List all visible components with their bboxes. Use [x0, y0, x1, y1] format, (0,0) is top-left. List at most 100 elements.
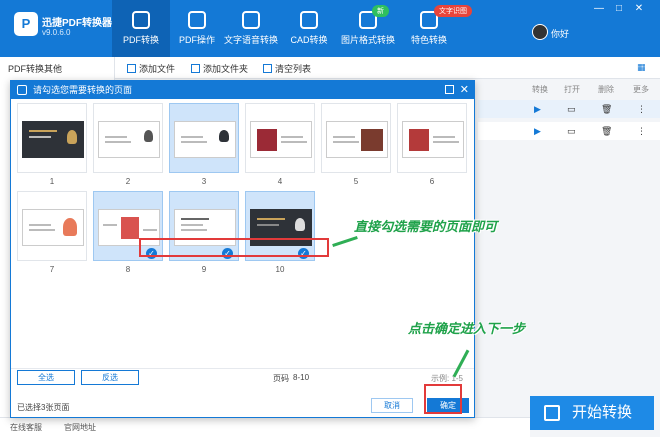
invert-selection-button[interactable]: 反选: [81, 370, 139, 385]
add-folder-icon: [191, 64, 200, 73]
online-service-link[interactable]: 在线客服: [10, 422, 42, 433]
nav-label: CAD转换: [290, 35, 328, 45]
header-delete: 删除: [598, 85, 614, 94]
trash-icon[interactable]: 🗑: [601, 126, 612, 137]
page-number: 1: [49, 177, 55, 186]
select-all-button[interactable]: 全选: [17, 370, 75, 385]
file-row[interactable]: ▶ ▭ 🗑 ⋮: [478, 122, 660, 140]
website-link[interactable]: 官网地址: [64, 422, 96, 433]
page-thumb-5[interactable]: [321, 103, 391, 173]
header-convert: 转换: [532, 85, 548, 94]
page-number: 7: [49, 265, 55, 274]
page-thumb-7[interactable]: [17, 191, 87, 261]
maximize-icon[interactable]: □: [612, 3, 626, 14]
nav-label: PDF转换: [122, 35, 159, 45]
divider: [11, 368, 474, 369]
nav-label: 文字语音转换: [223, 35, 278, 45]
start-icon: [544, 405, 560, 421]
new-badge: 新: [372, 5, 389, 17]
page-thumb-6[interactable]: [397, 103, 467, 173]
slide-preview: [402, 121, 464, 158]
pdf-ops-icon: [188, 11, 206, 29]
slide-preview: [326, 121, 388, 158]
avatar[interactable]: [532, 24, 548, 40]
slide-preview: [22, 209, 84, 246]
top-bar: P 迅捷PDF转换器 v9.0.6.0 PDF转换 PDF操作 文字语音转换 C…: [0, 0, 660, 57]
cancel-button[interactable]: 取消: [371, 398, 413, 413]
page-number: 4: [277, 177, 283, 186]
app-logo: P: [14, 12, 38, 36]
slide-preview: [98, 121, 160, 158]
cad-icon: [300, 11, 318, 29]
selection-highlight-box: [139, 238, 329, 257]
add-file-icon: [127, 64, 136, 73]
maximize-icon[interactable]: [445, 85, 454, 94]
nav-label: PDF操作: [178, 35, 215, 45]
start-convert-label: 开始转换: [572, 404, 633, 421]
clear-list-label: 清空列表: [275, 64, 312, 74]
folder-icon[interactable]: ▭: [567, 126, 576, 137]
folder-icon[interactable]: ▭: [567, 104, 576, 115]
confirm-highlight-box: [424, 384, 462, 414]
page-number: 3: [201, 177, 207, 186]
page-number: 8: [125, 265, 131, 274]
selected-count: 已选择3张页面: [17, 403, 70, 412]
page-range-example: 示例: 1-5: [431, 374, 464, 383]
add-file-label: 添加文件: [139, 64, 176, 74]
nav-pdf-ops[interactable]: PDF操作: [168, 0, 226, 57]
file-row[interactable]: ▶ ▭ 🗑 ⋮: [478, 100, 660, 118]
nav-cad[interactable]: CAD转换: [280, 0, 338, 57]
annotation-click-confirm: 点击确定进入下一步: [408, 321, 526, 336]
more-icon[interactable]: ⋮: [637, 104, 646, 115]
slide-preview: [22, 121, 84, 158]
tts-badge: 文字识图: [434, 5, 472, 17]
sidebar-title[interactable]: PDF转换其他: [8, 62, 62, 75]
nav-label: 特色转换: [410, 35, 447, 45]
play-icon[interactable]: ▶: [534, 104, 541, 115]
annotation-select-pages: 直接勾选需要的页面即可: [354, 219, 498, 234]
status-bar: 在线客服 官网地址: [0, 417, 530, 437]
slide-preview: [174, 121, 236, 158]
slide-preview: [250, 121, 312, 158]
clear-list-button[interactable]: 清空列表: [263, 62, 311, 75]
nav-voice[interactable]: 文字语音转换: [220, 0, 282, 57]
minimize-icon[interactable]: —: [592, 3, 606, 14]
page-thumb-4[interactable]: [245, 103, 315, 173]
page-number: 2: [125, 177, 131, 186]
add-file-button[interactable]: 添加文件: [127, 62, 175, 75]
page-thumb-1[interactable]: [17, 103, 87, 173]
page-number: 10: [275, 265, 285, 274]
more-icon[interactable]: ⋮: [637, 126, 646, 137]
app-version: v9.0.6.0: [42, 28, 71, 37]
convert-icon: [132, 11, 150, 29]
start-convert-button[interactable]: 开始转换: [530, 396, 654, 430]
nav-image-convert[interactable]: 图片格式转换: [336, 0, 400, 57]
app-name: 迅捷PDF转换器: [42, 18, 112, 29]
user-name[interactable]: 你好: [551, 27, 569, 40]
clear-list-icon: [263, 64, 272, 73]
page-number: 6: [429, 177, 435, 186]
header-open: 打开: [564, 85, 580, 94]
dialog-icon: [17, 85, 27, 95]
trash-icon[interactable]: 🗑: [601, 104, 612, 115]
nav-pdf-convert[interactable]: PDF转换: [112, 0, 170, 57]
add-folder-label: 添加文件夹: [203, 64, 249, 74]
page-number: 9: [201, 265, 207, 274]
dialog-titlebar: 请勾选您需要转换的页面 ✕: [11, 81, 474, 99]
grid-view-icon[interactable]: ▦: [637, 62, 646, 73]
list-header: 转换 打开 删除 更多: [478, 84, 660, 96]
page-thumb-3[interactable]: [169, 103, 239, 173]
dialog-title: 请勾选您需要转换的页面: [33, 85, 133, 95]
page-number: 5: [353, 177, 359, 186]
header-more: 更多: [633, 85, 649, 94]
close-icon[interactable]: ✕: [460, 81, 469, 99]
page-thumb-2[interactable]: [93, 103, 163, 173]
nav-label: 图片格式转换: [340, 35, 395, 45]
page-range-label: 页码: [273, 374, 289, 383]
voice-icon: [242, 11, 260, 29]
toolbar: 添加文件 添加文件夹 清空列表 ▦: [115, 57, 660, 79]
close-icon[interactable]: ✕: [632, 3, 646, 14]
page-range-input[interactable]: 8-10: [293, 373, 309, 382]
add-folder-button[interactable]: 添加文件夹: [191, 62, 248, 75]
play-icon[interactable]: ▶: [534, 126, 541, 137]
